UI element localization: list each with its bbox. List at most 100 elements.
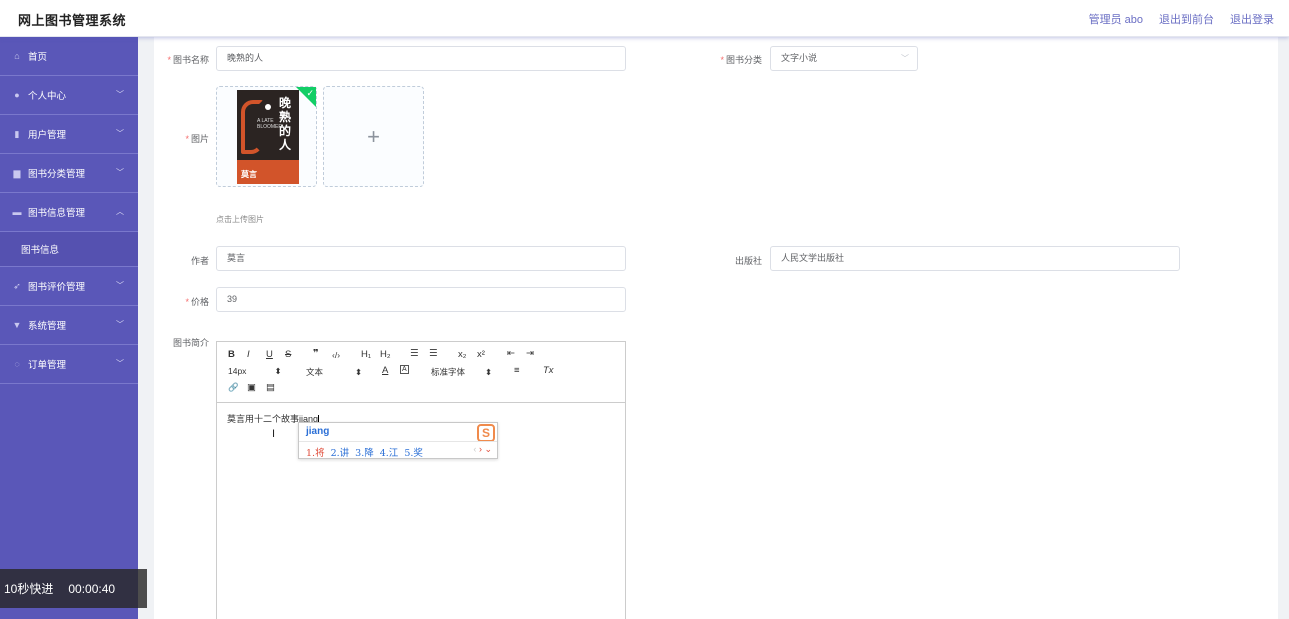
- send-icon: ➶: [13, 280, 21, 291]
- chevron-down-icon: ﹀: [116, 129, 124, 138]
- blockquote-button[interactable]: ❞: [313, 348, 319, 359]
- header-links: 管理员 abo 退出到前台 退出登录: [1089, 11, 1274, 27]
- top-header: 网上图书管理系统 管理员 abo 退出到前台 退出登录: [0, 0, 1289, 37]
- ime-candidate[interactable]: 5.奖: [404, 445, 423, 459]
- sidebar-item-label: 个人中心: [28, 91, 67, 102]
- ime-candidate[interactable]: 2.讲: [331, 445, 350, 459]
- chevron-up-icon: ︿: [116, 207, 124, 216]
- image-button[interactable]: ▣: [247, 382, 256, 393]
- font-size-select[interactable]: 14px ⬍: [228, 366, 282, 377]
- user-icon: ●: [14, 90, 20, 100]
- main-form: * 图书名称 晚熟的人 * 图书分类 文字小说 ﹀ * 图片 晚熟的人 A LATE …: [154, 37, 1278, 619]
- sidebar-item-review-management[interactable]: ➶ 图书评价管理 ﹀: [0, 267, 138, 306]
- book-name-label: * 图书名称: [167, 55, 209, 65]
- ime-candidate-window[interactable]: jiang S 1.将 2.讲 3.降 4.江 5.奖 ‹ › ⌄: [298, 422, 498, 459]
- uploaded-image-thumbnail[interactable]: 晚熟的人 A LATE BLOOMER 莫言 ✓: [216, 86, 317, 187]
- sidebar-item-label: 订单管理: [28, 360, 67, 371]
- outdent-button[interactable]: ⇤: [507, 348, 515, 359]
- sidebar-item-label: 系统管理: [28, 321, 67, 332]
- ime-candidate[interactable]: 3.降: [355, 445, 374, 459]
- sidebar-item-order-management[interactable]: ◌ 订单管理 ﹀: [0, 345, 138, 384]
- bold-button[interactable]: B: [228, 349, 235, 360]
- align-button[interactable]: ≡: [514, 365, 520, 376]
- indent-button[interactable]: ⇥: [526, 348, 534, 359]
- chevron-left-icon[interactable]: ‹: [473, 444, 476, 454]
- video-icon: ▤: [266, 382, 275, 393]
- author-label: 作者: [190, 256, 209, 266]
- category-select[interactable]: 文字小说 ﹀: [770, 46, 918, 71]
- dropdown-arrow-icon: ⬍: [485, 367, 493, 377]
- sidebar-item-home[interactable]: ⌂ 首页: [0, 37, 138, 76]
- intro-label: 图书简介: [172, 338, 209, 348]
- dropdown-arrow-icon: ⬍: [355, 367, 363, 377]
- sidebar-item-label: 图书信息: [21, 245, 60, 256]
- ime-candidate[interactable]: 1.将: [306, 445, 325, 459]
- chevron-down-icon: ﹀: [116, 281, 124, 290]
- sidebar-item-personal-center[interactable]: ● 个人中心 ﹀: [0, 76, 138, 115]
- link-icon: 🔗: [228, 382, 239, 392]
- sidebar-item-label: 图书评价管理: [28, 282, 86, 293]
- sidebar-subitem-book-info[interactable]: 图书信息: [0, 232, 138, 267]
- header-1-button[interactable]: H₁: [361, 349, 371, 360]
- video-button[interactable]: ▤: [266, 382, 275, 393]
- app-title: 网上图书管理系统: [18, 13, 127, 28]
- image-label: * 图片: [185, 134, 209, 144]
- font-family-select[interactable]: 标准字体 ⬍: [431, 366, 492, 378]
- image-upload-button[interactable]: +: [323, 86, 424, 187]
- link-button[interactable]: 🔗: [228, 382, 239, 393]
- sidebar-item-label: 用户管理: [28, 130, 67, 141]
- upload-hint: 点击上传图片: [216, 215, 264, 224]
- sidebar-item-system-management[interactable]: ▼ 系统管理 ﹀: [0, 306, 138, 345]
- chevron-down-icon[interactable]: ⌄: [484, 444, 492, 454]
- book-name-input[interactable]: 晚熟的人: [216, 46, 626, 71]
- header-2-button[interactable]: H₂: [380, 349, 391, 360]
- superscript-button[interactable]: x²: [477, 349, 485, 360]
- subscript-button[interactable]: x₂: [458, 349, 466, 360]
- publisher-label: 出版社: [734, 256, 762, 266]
- chevron-down-icon: ﹀: [116, 168, 124, 177]
- strike-button[interactable]: S: [285, 349, 291, 360]
- home-icon: ⌂: [14, 51, 20, 61]
- sidebar-item-label: 首页: [28, 52, 48, 63]
- chevron-right-icon[interactable]: ›: [479, 444, 482, 454]
- admin-user-link[interactable]: 管理员 abo: [1089, 11, 1143, 27]
- image-icon: ▣: [247, 382, 256, 393]
- clock-icon: ◌: [14, 359, 20, 369]
- font-color-button[interactable]: A: [382, 365, 388, 376]
- ime-page-nav[interactable]: ‹ › ⌄: [473, 444, 492, 455]
- publisher-input[interactable]: 人民文学出版社: [770, 246, 1180, 271]
- rich-text-editor: B I U S ❞ ‹/› H₁ H₂ ☰ ☰ x₂ x² ⇤ ⇥ 14px ⬍ …: [216, 341, 626, 619]
- chevron-down-icon: ﹀: [116, 359, 124, 368]
- exit-to-front-link[interactable]: 退出到前台: [1159, 11, 1214, 27]
- bullet-list-button[interactable]: ☰: [429, 348, 438, 359]
- background-color-button[interactable]: A: [400, 365, 409, 374]
- underline-button[interactable]: U: [266, 349, 273, 360]
- sidebar-item-category-management[interactable]: ▆ 图书分类管理 ﹀: [0, 154, 138, 193]
- sidebar-item-book-info-management[interactable]: ▬ 图书信息管理 ︿: [0, 193, 138, 232]
- sidebar-item-label: 图书信息管理: [28, 208, 86, 219]
- editor-toolbar: B I U S ❞ ‹/› H₁ H₂ ☰ ☰ x₂ x² ⇤ ⇥ 14px ⬍ …: [217, 342, 625, 403]
- sidebar-item-user-management[interactable]: ▮ 用户管理 ﹀: [0, 115, 138, 154]
- sidebar-item-label: 图书分类管理: [28, 169, 86, 180]
- ime-candidate[interactable]: 4.江: [380, 445, 399, 459]
- sogou-logo-icon: S: [477, 424, 495, 442]
- logout-link[interactable]: 退出登录: [1230, 11, 1274, 27]
- text-cursor-icon: I: [272, 428, 276, 440]
- folder-icon: ▆: [13, 167, 21, 178]
- chevron-down-icon: ﹀: [901, 54, 909, 63]
- video-timestamp: 00:00:40: [68, 581, 116, 596]
- italic-button[interactable]: I: [247, 349, 250, 360]
- clean-format-button[interactable]: Tx: [543, 365, 554, 376]
- video-player-overlay: 10秒快进 00:00:40: [0, 569, 147, 608]
- header-select[interactable]: 文本 ⬍: [306, 366, 362, 378]
- sidebar: ⌂ 首页 ● 个人中心 ﹀ ▮ 用户管理 ﹀ ▆ 图书分类管理 ﹀ ▬ 图书信息…: [0, 37, 138, 619]
- monitor-icon: ▼: [12, 320, 22, 330]
- price-input[interactable]: 39: [216, 287, 626, 312]
- ime-composition: jiang: [306, 426, 330, 437]
- author-input[interactable]: 莫言: [216, 246, 626, 271]
- check-icon: ✓: [306, 88, 314, 98]
- chevron-down-icon: ﹀: [116, 90, 124, 99]
- code-block-button[interactable]: ‹/›: [332, 350, 340, 360]
- skip-forward-button[interactable]: 10秒快进: [4, 580, 53, 597]
- ordered-list-button[interactable]: ☰: [410, 348, 419, 359]
